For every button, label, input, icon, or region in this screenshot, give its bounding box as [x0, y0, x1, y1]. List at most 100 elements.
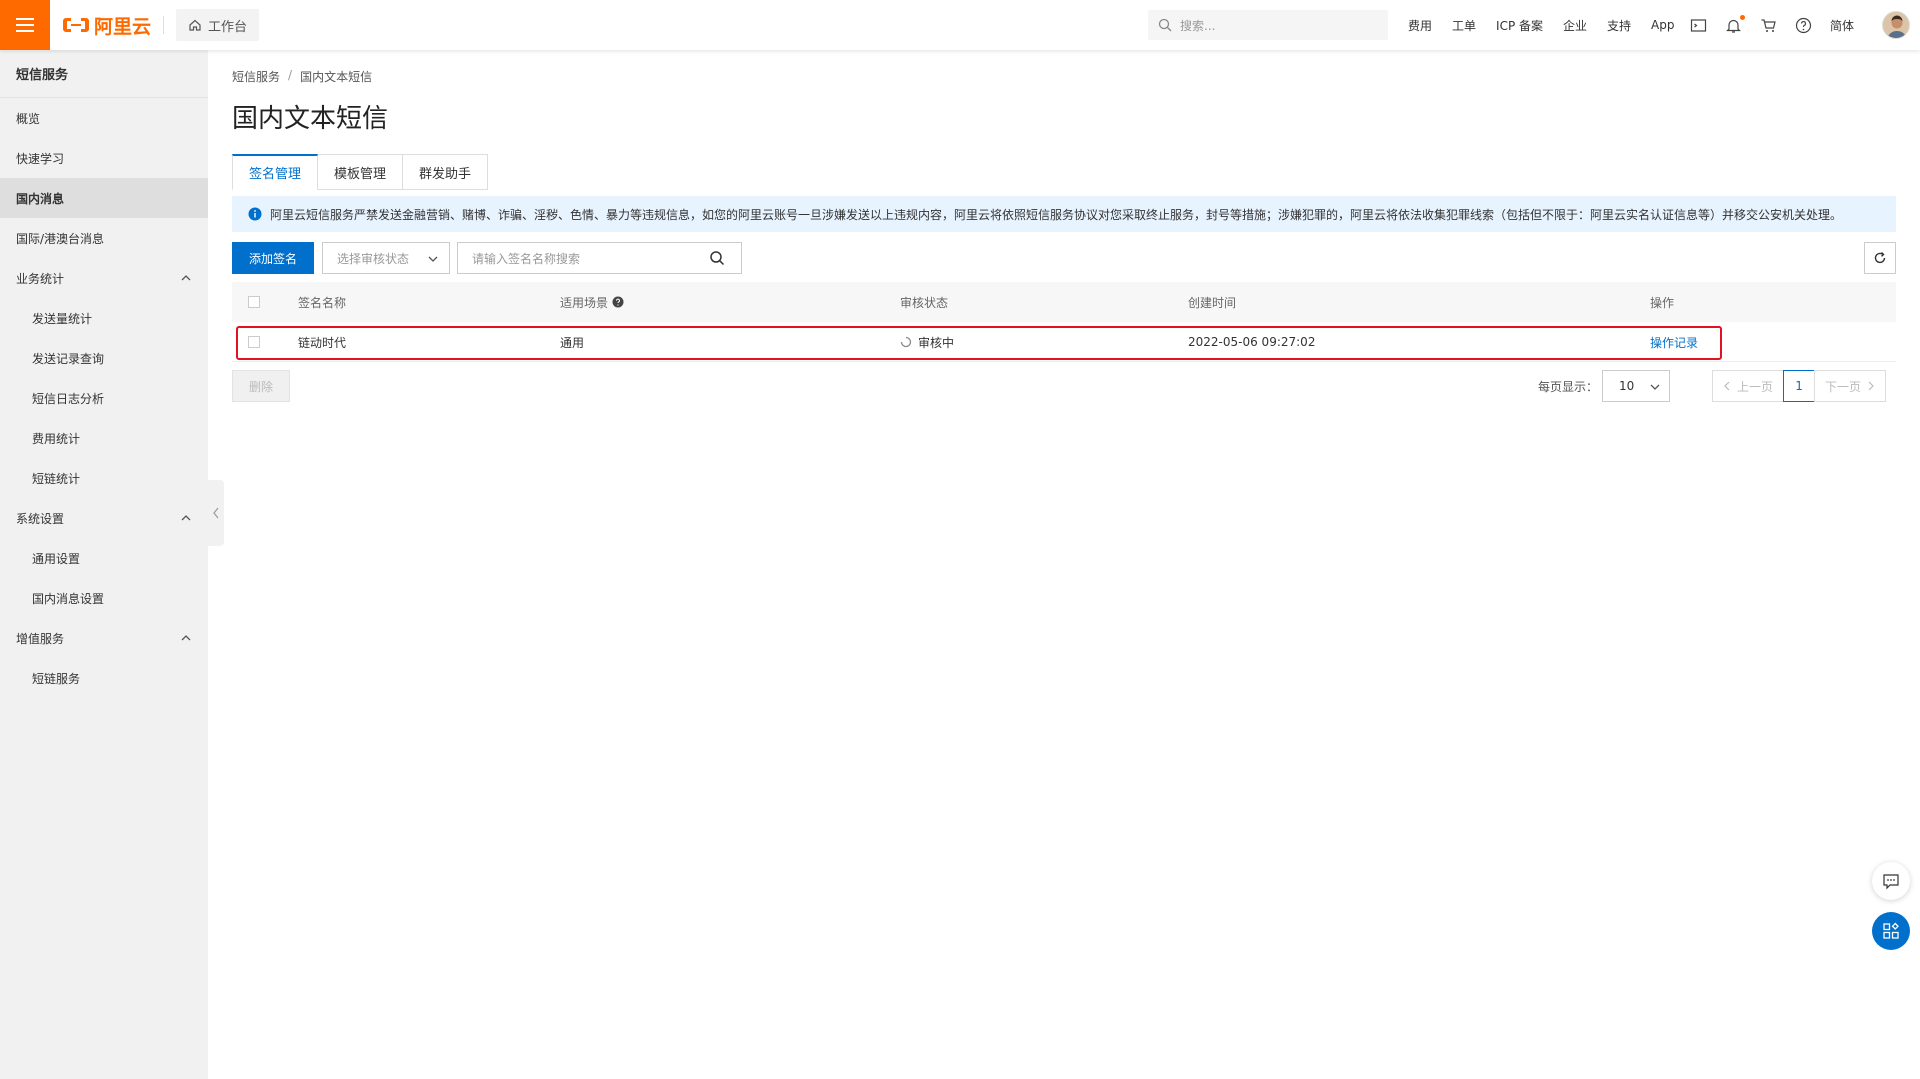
cell-scene: 通用 [560, 335, 585, 350]
cell-signature-name: 链动时代 [298, 335, 347, 350]
top-link-app[interactable]: App [1651, 18, 1674, 32]
sidebar-item-domestic-messages[interactable]: 国内消息 [0, 178, 208, 218]
cart-icon[interactable] [1760, 17, 1777, 34]
sidebar-item-label: 国际/港澳台消息 [16, 231, 105, 246]
tab-signature-management[interactable]: 签名管理 [232, 154, 319, 190]
home-icon [189, 19, 201, 31]
language-switch[interactable]: 简体 [1830, 17, 1854, 34]
per-page-select[interactable]: 10 [1602, 370, 1670, 402]
info-icon [248, 207, 262, 221]
question-circle-icon[interactable] [612, 296, 624, 308]
table-row: 链动时代 通用 审核中 2022-05-06 09:27:02 操作记录 [232, 322, 1896, 362]
signature-search-input[interactable]: 请输入签名名称搜索 [457, 242, 693, 274]
next-page-button[interactable]: 下一页 [1814, 370, 1887, 402]
divider [163, 16, 165, 34]
row-select-cell [248, 322, 260, 362]
column-header-scene: 适用场景 [560, 282, 624, 322]
select-all-cell [248, 282, 260, 322]
compliance-notice: 阿里云短信服务严禁发送金融营销、赌博、诈骗、淫秽、色情、暴力等违规信息，如您的阿… [232, 196, 1896, 232]
page-number-current[interactable]: 1 [1783, 370, 1816, 402]
quick-apps-button[interactable] [1872, 912, 1910, 950]
search-button[interactable] [692, 242, 742, 274]
sidebar-item-label: 增值服务 [16, 631, 65, 646]
sidebar-item-send-volume-stats[interactable]: 发送量统计 [0, 298, 208, 338]
chevron-left-icon [1724, 381, 1730, 391]
top-link-ticket[interactable]: 工单 [1452, 17, 1476, 34]
top-link-billing[interactable]: 费用 [1408, 17, 1432, 34]
global-search-input[interactable]: 搜索... [1148, 10, 1388, 40]
review-status-select[interactable]: 选择审核状态 [322, 242, 450, 274]
signature-table: 签名名称 适用场景 审核状态 创建时间 操作 链动时代 通用 审核中 2022-… [232, 282, 1896, 362]
sidebar-item-label: 短链统计 [32, 471, 81, 486]
notice-text: 阿里云短信服务严禁发送金融营销、赌博、诈骗、淫秽、色情、暴力等违规信息，如您的阿… [270, 207, 1843, 222]
row-checkbox[interactable] [248, 336, 260, 348]
operation-log-link[interactable]: 操作记录 [1650, 322, 1698, 362]
sidebar-item-quick-start[interactable]: 快速学习 [0, 138, 208, 178]
workbench-label: 工作台 [208, 19, 248, 35]
apps-grid-icon [1883, 922, 1899, 939]
sidebar-item-shortlink-stats[interactable]: 短链统计 [0, 458, 208, 498]
tab-bulk-send-assistant[interactable]: 群发助手 [403, 154, 489, 190]
sidebar-item-overview[interactable]: 概览 [0, 98, 208, 138]
review-status-placeholder: 选择审核状态 [337, 251, 410, 266]
console-icon[interactable] [1690, 17, 1707, 34]
sidebar-item-label: 通用设置 [32, 551, 81, 566]
sidebar: 短信服务 概览 快速学习 国内消息 国际/港澳台消息 业务统计 发送量统计 发送… [0, 50, 208, 1079]
logo-text: 阿里云 [94, 15, 152, 38]
hamburger-icon [16, 18, 34, 32]
sidebar-collapse-handle[interactable] [208, 480, 224, 546]
sidebar-item-label: 短链服务 [32, 671, 81, 686]
help-icon[interactable] [1795, 17, 1812, 34]
sidebar-item-cost-stats[interactable]: 费用统计 [0, 418, 208, 458]
sidebar-item-domestic-message-settings[interactable]: 国内消息设置 [0, 578, 208, 618]
top-link-icp[interactable]: ICP 备案 [1496, 17, 1543, 34]
feedback-chat-button[interactable] [1872, 862, 1910, 900]
workbench-button[interactable]: 工作台 [176, 9, 260, 41]
select-all-checkbox[interactable] [248, 296, 260, 308]
sidebar-item-general-settings[interactable]: 通用设置 [0, 538, 208, 578]
tab-template-management[interactable]: 模板管理 [318, 154, 404, 190]
sidebar-item-international-messages[interactable]: 国际/港澳台消息 [0, 218, 208, 258]
refresh-button[interactable] [1864, 242, 1896, 274]
prev-page-label: 上一页 [1737, 379, 1774, 394]
sidebar-group-value-added[interactable]: 增值服务 [0, 618, 208, 658]
breadcrumb-item-sms-service[interactable]: 短信服务 [232, 68, 280, 85]
sidebar-title: 短信服务 [0, 50, 208, 98]
delete-button[interactable]: 删除 [232, 370, 290, 402]
pagination: 上一页 1 下一页 [1712, 370, 1887, 402]
bell-icon[interactable] [1725, 14, 1745, 34]
hamburger-menu-button[interactable] [0, 0, 50, 50]
user-avatar[interactable] [1882, 11, 1910, 39]
refresh-icon [1874, 252, 1886, 264]
tab-bar: 签名管理 模板管理 群发助手 [232, 154, 489, 190]
sidebar-item-shortlink-service[interactable]: 短链服务 [0, 658, 208, 698]
table-header: 签名名称 适用场景 审核状态 创建时间 操作 [232, 282, 1896, 322]
table-footer: 删除 每页显示： 10 上一页 1 下一页 [232, 370, 1896, 402]
chevron-up-icon [181, 275, 191, 281]
sidebar-item-send-record-query[interactable]: 发送记录查询 [0, 338, 208, 378]
toolbar: 添加签名 选择审核状态 请输入签名名称搜索 [232, 242, 1896, 274]
sidebar-item-label: 发送记录查询 [32, 351, 105, 366]
top-link-support[interactable]: 支持 [1607, 17, 1631, 34]
sidebar-item-label: 发送量统计 [32, 311, 93, 326]
signature-search-placeholder: 请输入签名名称搜索 [472, 251, 581, 266]
top-links: 费用 工单 ICP 备案 企业 支持 App [1408, 0, 1675, 50]
per-page-value: 10 [1619, 379, 1635, 393]
aliyun-logo[interactable]: 阿里云 [62, 12, 151, 39]
top-link-enterprise[interactable]: 企业 [1563, 17, 1587, 34]
prev-page-button[interactable]: 上一页 [1712, 370, 1785, 402]
chevron-down-icon [428, 256, 438, 262]
breadcrumb-separator: / [288, 68, 293, 82]
add-signature-button[interactable]: 添加签名 [232, 242, 314, 274]
cell-created-time: 2022-05-06 09:27:02 [1188, 335, 1316, 349]
sidebar-item-label: 国内消息设置 [32, 591, 105, 606]
top-icons: 简体 [1690, 0, 1854, 50]
search-icon [709, 251, 724, 266]
column-header-created: 创建时间 [1188, 295, 1237, 310]
chevron-left-icon [213, 507, 219, 519]
sidebar-group-system-settings[interactable]: 系统设置 [0, 498, 208, 538]
per-page-label: 每页显示： [1538, 379, 1599, 394]
sidebar-item-sms-log-analysis[interactable]: 短信日志分析 [0, 378, 208, 418]
sidebar-item-label: 短信日志分析 [32, 391, 105, 406]
sidebar-group-business-stats[interactable]: 业务统计 [0, 258, 208, 298]
